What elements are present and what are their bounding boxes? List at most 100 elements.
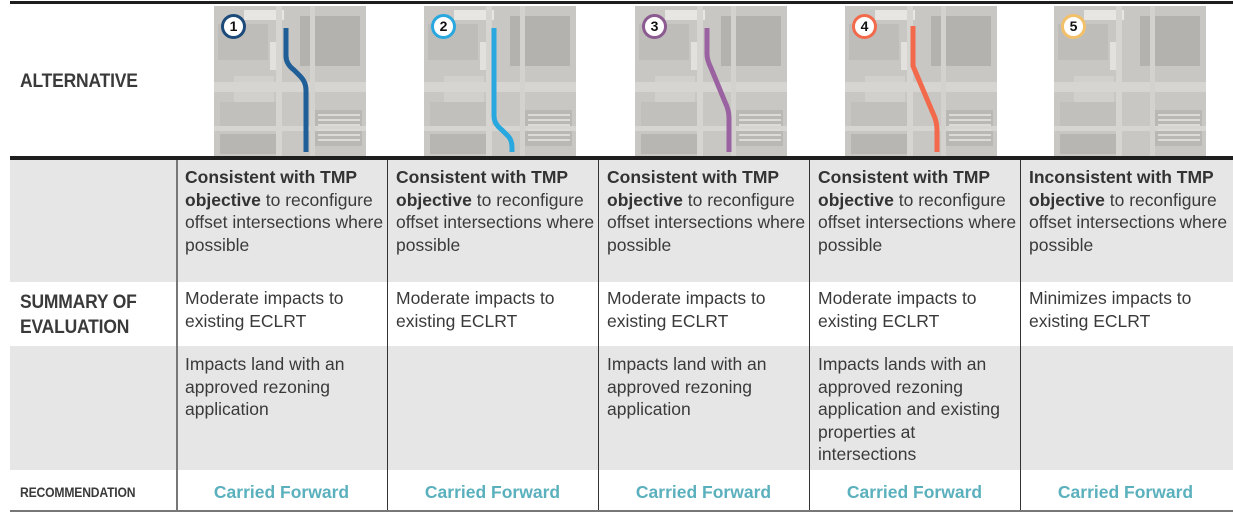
map-parking-row: [739, 114, 781, 116]
map-block: [220, 102, 282, 130]
criterion-cell-1: Consistent with TMP objective to reconfi…: [396, 166, 596, 256]
map-parking-row: [739, 139, 781, 141]
map-block: [721, 16, 781, 66]
map-road: [214, 82, 366, 92]
criterion-cell-2: Moderate impacts to existing ECLRT: [607, 287, 807, 332]
map-road: [1054, 82, 1206, 92]
map-road: [1150, 6, 1155, 156]
map-parking-row: [949, 134, 991, 136]
map-parking-row: [528, 119, 570, 121]
map-parking-row: [528, 139, 570, 141]
map-block: [1140, 16, 1200, 66]
map-road: [635, 82, 787, 92]
column-divider: [598, 160, 599, 510]
map-parking-row: [318, 124, 360, 126]
map-block: [641, 134, 701, 154]
map-block: [1060, 134, 1120, 154]
criterion-cell-2: Minimizes impacts to existing ECLRT: [1029, 287, 1229, 332]
map-parking-row: [949, 129, 991, 131]
alternative-map-2: 2: [424, 6, 576, 156]
map-parking-row: [528, 114, 570, 116]
map-block: [300, 16, 360, 66]
criterion-cell-2: Moderate impacts to existing ECLRT: [185, 287, 385, 332]
map-parking-row: [528, 124, 570, 126]
criterion-text: Impacts lands with an approved rezoning …: [818, 354, 1000, 464]
criterion-text: Moderate impacts to existing ECLRT: [396, 288, 555, 331]
alternative-map-4: 4: [845, 6, 997, 156]
map-road: [486, 6, 492, 156]
criterion-cell-1: Inconsistent with TMP objective to recon…: [1029, 166, 1229, 256]
map-road: [276, 6, 282, 156]
criterion-cell-3: Impacts land with an approved rezoning a…: [185, 353, 385, 421]
map-road: [520, 6, 525, 156]
alternative-number-badge: 5: [1061, 14, 1086, 39]
criterion-text: Moderate impacts to existing ECLRT: [818, 288, 977, 331]
column-divider: [1020, 160, 1021, 510]
map-block: [510, 16, 570, 66]
recommendation-status: Carried Forward: [846, 482, 983, 502]
map-parking-row: [949, 119, 991, 121]
map-road: [941, 6, 946, 156]
map-block: [641, 102, 703, 130]
alternative-number-badge: 2: [431, 14, 456, 39]
column-divider: [809, 160, 810, 510]
row-label-summary-line2: EVALUATION: [20, 317, 130, 338]
criterion-text: Moderate impacts to existing ECLRT: [185, 288, 344, 331]
criterion-text: Impacts land with an approved rezoning a…: [185, 354, 345, 419]
criterion-cell-2: Moderate impacts to existing ECLRT: [396, 287, 596, 332]
map-parking-row: [1158, 129, 1200, 131]
map-road: [310, 6, 315, 156]
map-parking-row: [949, 139, 991, 141]
recommendation-status: Carried Forward: [213, 482, 350, 502]
criterion-text: Impacts land with an approved rezoning a…: [607, 354, 767, 419]
map-block: [1060, 102, 1122, 130]
column-divider: [387, 160, 388, 510]
map-parking-row: [528, 129, 570, 131]
map-parking-row: [318, 129, 360, 131]
map-parking-row: [318, 139, 360, 141]
recommendation-status: Carried Forward: [424, 482, 561, 502]
map-road: [697, 6, 703, 156]
map-parking-row: [1158, 134, 1200, 136]
recommendation-status: Carried Forward: [1057, 482, 1194, 502]
map-parking-row: [739, 134, 781, 136]
map-parking-row: [949, 114, 991, 116]
criterion-cell-2: Moderate impacts to existing ECLRT: [818, 287, 1018, 332]
row-label-recommendation: RECOMMENDATION: [20, 485, 136, 500]
map-parking-row: [1158, 119, 1200, 121]
map-parking-row: [318, 119, 360, 121]
alternative-map-1: 1: [214, 6, 366, 156]
row-label-summary: SUMMARY OF EVALUATION: [20, 290, 137, 340]
map-parking-row: [739, 124, 781, 126]
map-road: [424, 82, 576, 92]
criterion-cell-1: Consistent with TMP objective to reconfi…: [818, 166, 1018, 256]
map-parking-row: [949, 124, 991, 126]
map-parking-row: [1158, 139, 1200, 141]
alternative-number-badge: 4: [852, 14, 877, 39]
alternative-map-5: 5: [1054, 6, 1206, 156]
map-block: [851, 102, 913, 130]
alternative-map-3: 3: [635, 6, 787, 156]
map-parking-row: [318, 134, 360, 136]
map-road: [731, 6, 736, 156]
criterion-cell-1: Consistent with TMP objective to reconfi…: [607, 166, 807, 256]
row-label-summary-line1: SUMMARY OF: [20, 292, 137, 313]
map-block: [430, 134, 490, 154]
map-parking-row: [318, 114, 360, 116]
map-block: [851, 134, 911, 154]
map-parking-row: [1158, 114, 1200, 116]
criterion-text: Moderate impacts to existing ECLRT: [607, 288, 766, 331]
row-label-alternative: ALTERNATIVE: [20, 71, 138, 92]
criterion-cell-3: Impacts lands with an approved rezoning …: [818, 353, 1018, 466]
map-block: [931, 16, 991, 66]
top-rule: [10, 1, 1233, 4]
bottom-rule: [10, 510, 1233, 512]
criterion-cell-3: Impacts land with an approved rezoning a…: [607, 353, 807, 421]
map-block: [430, 102, 492, 130]
criterion-cell-1: Consistent with TMP objective to reconfi…: [185, 166, 385, 256]
map-parking-row: [528, 134, 570, 136]
recommendation-status: Carried Forward: [635, 482, 772, 502]
alternative-number-badge: 3: [642, 14, 667, 39]
alternative-number-badge: 1: [221, 14, 246, 39]
map-parking-row: [739, 129, 781, 131]
